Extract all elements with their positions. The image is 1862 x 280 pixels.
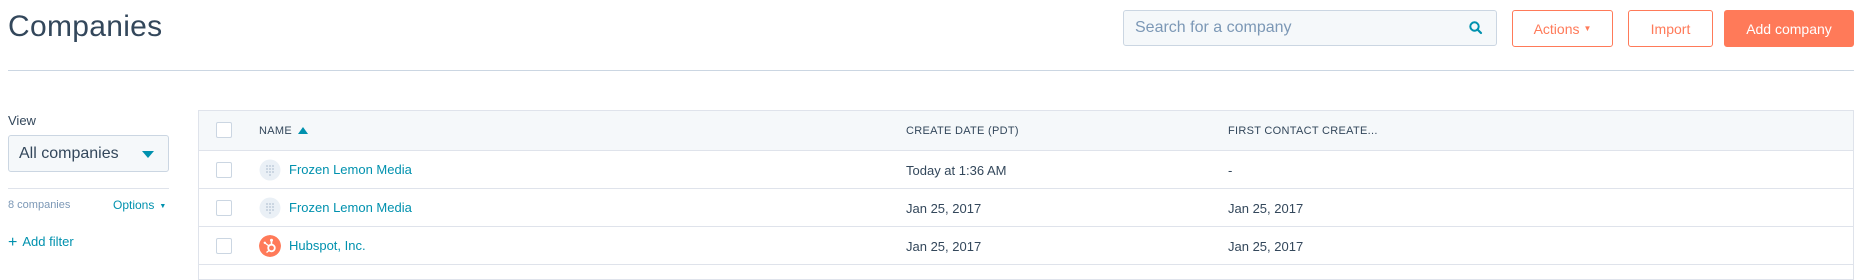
company-name-link[interactable]: Frozen Lemon Media (289, 162, 412, 177)
caret-down-icon: ▼ (159, 203, 167, 210)
company-count: 8 companies (8, 199, 71, 211)
search-input[interactable] (1124, 11, 1465, 45)
row-checkbox[interactable] (216, 200, 232, 216)
search-icon[interactable] (1468, 20, 1484, 36)
first-contact-cell: Jan 25, 2017 (1228, 239, 1304, 254)
placeholder-logo-icon (259, 197, 281, 219)
first-contact-cell: - (1228, 163, 1233, 178)
hubspot-logo-icon (259, 235, 281, 257)
view-select[interactable]: All companies (8, 135, 169, 172)
row-checkbox[interactable] (216, 238, 232, 254)
actions-button-label: Actions (1533, 20, 1580, 37)
column-header-name-label: NAME (259, 125, 292, 137)
header-divider (8, 70, 1854, 71)
companies-table: NAME CREATE DATE (PDT) FIRST CONTACT CRE… (198, 110, 1854, 280)
view-label: View (8, 113, 36, 128)
sidebar-divider (8, 188, 169, 189)
first-contact-cell: Jan 25, 2017 (1228, 201, 1304, 216)
create-date-cell: Jan 25, 2017 (906, 201, 982, 216)
search-box[interactable] (1123, 10, 1497, 46)
add-company-button-label: Add company (1746, 20, 1832, 37)
sort-ascending-icon (297, 127, 308, 134)
create-date-cell: Today at 1:36 AM (906, 163, 1007, 178)
plus-icon: + (8, 234, 18, 251)
options-label: Options (113, 198, 155, 212)
placeholder-logo-icon (259, 159, 281, 181)
table-row: Hubspot, Inc. Jan 25, 2017 Jan 25, 2017 (199, 227, 1853, 265)
actions-button[interactable]: Actions ▼ (1512, 10, 1613, 47)
table-header: NAME CREATE DATE (PDT) FIRST CONTACT CRE… (199, 111, 1853, 151)
column-header-create-date[interactable]: CREATE DATE (PDT) (906, 125, 1019, 137)
import-button[interactable]: Import (1628, 10, 1713, 47)
create-date-cell: Jan 25, 2017 (906, 239, 982, 254)
column-header-name[interactable]: NAME (259, 125, 308, 137)
row-checkbox[interactable] (216, 162, 232, 178)
column-header-first-contact[interactable]: FIRST CONTACT CREATE... (1228, 125, 1378, 137)
options-link[interactable]: Options ▼ (113, 198, 166, 212)
table-row: Frozen Lemon Media Jan 25, 2017 Jan 25, … (199, 189, 1853, 227)
add-filter-link[interactable]: + Add filter (8, 234, 74, 252)
company-name-link[interactable]: Hubspot, Inc. (289, 238, 366, 253)
table-row: Frozen Lemon Media Today at 1:36 AM - (199, 151, 1853, 189)
company-name-link[interactable]: Frozen Lemon Media (289, 200, 412, 215)
caret-down-icon: ▼ (1583, 24, 1592, 33)
add-filter-label: Add filter (22, 234, 74, 249)
view-select-value: All companies (19, 144, 119, 162)
page-title: Companies (8, 10, 163, 43)
dropdown-caret-icon (142, 151, 154, 158)
add-company-button[interactable]: Add company (1724, 10, 1854, 47)
import-button-label: Import (1650, 20, 1691, 37)
select-all-checkbox[interactable] (216, 122, 232, 138)
